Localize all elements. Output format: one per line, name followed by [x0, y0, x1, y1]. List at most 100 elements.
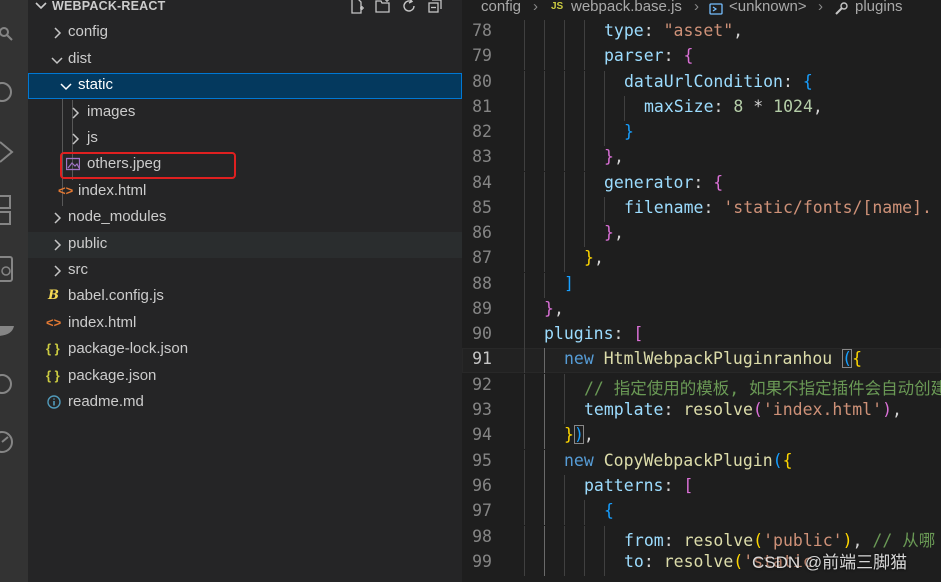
indent-guide — [564, 247, 565, 272]
tree-item-dist-index-html[interactable]: <> index.html — [28, 179, 462, 205]
code-line: 79 parser: { — [462, 45, 941, 70]
breadcrumb-item-plugins[interactable]: plugins — [855, 0, 903, 15]
code-line: 81 maxSize: 8 * 1024, — [462, 96, 941, 121]
indent-guide — [544, 71, 545, 96]
indent-guide — [544, 424, 545, 449]
workspace-title[interactable]: WEBPACK-REACT — [52, 0, 165, 13]
indent-guide — [564, 197, 565, 222]
tree-item-package-json[interactable]: { } package.json — [28, 364, 462, 390]
code-line: 95 new CopyWebpackPlugin({ — [462, 450, 941, 475]
indent-guide — [564, 374, 565, 399]
gitlens-icon[interactable] — [0, 370, 28, 398]
indent-guide — [544, 222, 545, 247]
docker-icon[interactable] — [0, 312, 28, 340]
code-line: 88 ] — [462, 273, 941, 298]
indent-guide — [544, 146, 545, 171]
code-text: dataUrlCondition: { — [624, 72, 813, 91]
breadcrumb-item-symbol[interactable]: <unknown> — [729, 0, 807, 15]
tree-item-node-modules-folder[interactable]: node_modules — [28, 205, 462, 231]
tree-item-public-folder[interactable]: public — [28, 232, 462, 258]
code-text: filename: 'static/fonts/[name]. — [624, 198, 932, 217]
new-folder-icon[interactable] — [374, 0, 392, 15]
tree-item-src-folder[interactable]: src — [28, 258, 462, 284]
chevron-down-icon[interactable] — [34, 0, 48, 15]
run-debug-icon[interactable] — [0, 138, 28, 166]
indent-guide — [544, 96, 545, 121]
tree-item-readme-md[interactable]: readme.md — [28, 390, 462, 416]
code-text: type: "asset", — [604, 21, 744, 40]
tree-item-static-folder[interactable]: static — [28, 73, 462, 99]
code-text: }, — [604, 147, 624, 166]
new-file-icon[interactable] — [348, 0, 366, 15]
code-line: 85 filename: 'static/fonts/[name]. — [462, 197, 941, 222]
watermark: CSDN @前端三脚猫 — [752, 553, 908, 572]
indent-guide — [524, 526, 525, 551]
code-line: 89 }, — [462, 298, 941, 323]
indent-guide — [544, 475, 545, 500]
indent-guide — [544, 121, 545, 146]
tree-item-images-folder[interactable]: images — [28, 100, 462, 126]
indent-guide — [564, 20, 565, 45]
indent-guide — [524, 298, 525, 323]
tree-item-index-html[interactable]: <> index.html — [28, 311, 462, 337]
breadcrumb-item-config[interactable]: config — [481, 0, 521, 15]
tree-item-dist-folder[interactable]: dist — [28, 47, 462, 73]
indent-guide — [524, 323, 525, 348]
indent-guide — [584, 146, 585, 171]
code-text: }, — [584, 248, 604, 267]
tree-item-babel-config[interactable]: B babel.config.js — [28, 284, 462, 310]
indent-guide — [524, 399, 525, 424]
explorer-sidebar: WEBPACK-REACT config dist static images … — [28, 0, 462, 582]
indent-guide — [524, 500, 525, 525]
indent-guide — [564, 146, 565, 171]
code-text: patterns: [ — [584, 476, 694, 495]
annotation-highlight-box — [60, 152, 236, 179]
collapse-all-icon[interactable] — [426, 0, 444, 15]
indent-guide — [544, 273, 545, 298]
remote-explorer-icon[interactable] — [0, 256, 28, 284]
indent-guide — [524, 551, 525, 576]
indent-guide — [584, 20, 585, 45]
code-line: 86 }, — [462, 222, 941, 247]
code-text: }, — [544, 299, 564, 318]
indent-guide — [604, 551, 605, 576]
indent-guide — [624, 96, 625, 121]
indent-guide — [544, 197, 545, 222]
code-text: }), — [564, 425, 594, 444]
indent-guide — [584, 526, 585, 551]
indent-guide — [524, 20, 525, 45]
search-icon[interactable] — [0, 78, 28, 106]
extensions-icon[interactable] — [0, 195, 28, 225]
tree-item-js-folder[interactable]: js — [28, 126, 462, 152]
refresh-icon[interactable] — [400, 0, 418, 15]
source-control-icon[interactable] — [0, 20, 28, 48]
chevron-right-icon — [50, 211, 64, 225]
timeline-icon[interactable] — [0, 428, 28, 456]
code-editor[interactable]: config › JS webpack.base.js › <unknown> … — [462, 0, 941, 582]
indent-guide — [524, 475, 525, 500]
chevron-down-icon — [59, 79, 73, 93]
breadcrumb-item-file[interactable]: webpack.base.js — [571, 0, 682, 15]
indent-guide — [544, 500, 545, 525]
indent-guide — [564, 526, 565, 551]
indent-guide — [544, 45, 545, 70]
indent-guide — [564, 45, 565, 70]
code-line-current: 91 new HtmlWebpackPluginranhou ({ — [462, 348, 941, 373]
indent-guide — [524, 121, 525, 146]
breadcrumb-separator-icon: › — [694, 0, 699, 15]
breadcrumb: config › JS webpack.base.js › <unknown> … — [462, 0, 941, 18]
tree-item-package-lock-json[interactable]: { } package-lock.json — [28, 337, 462, 363]
code-text: // 指定使用的模板, 如果不指定插件会自动创建 — [584, 379, 941, 398]
indent-guide — [564, 172, 565, 197]
html-file-icon: <> — [58, 183, 74, 198]
indent-guide — [584, 551, 585, 576]
tree-item-config-folder[interactable]: config — [28, 20, 462, 46]
indent-guide — [544, 374, 545, 399]
indent-guide — [604, 96, 605, 121]
activity-bar — [0, 0, 28, 582]
chevron-right-icon — [50, 238, 64, 252]
indent-guide — [524, 222, 525, 247]
chevron-down-icon — [50, 53, 64, 67]
code-line: 87 }, — [462, 247, 941, 272]
code-text: maxSize: 8 * 1024, — [644, 97, 823, 116]
